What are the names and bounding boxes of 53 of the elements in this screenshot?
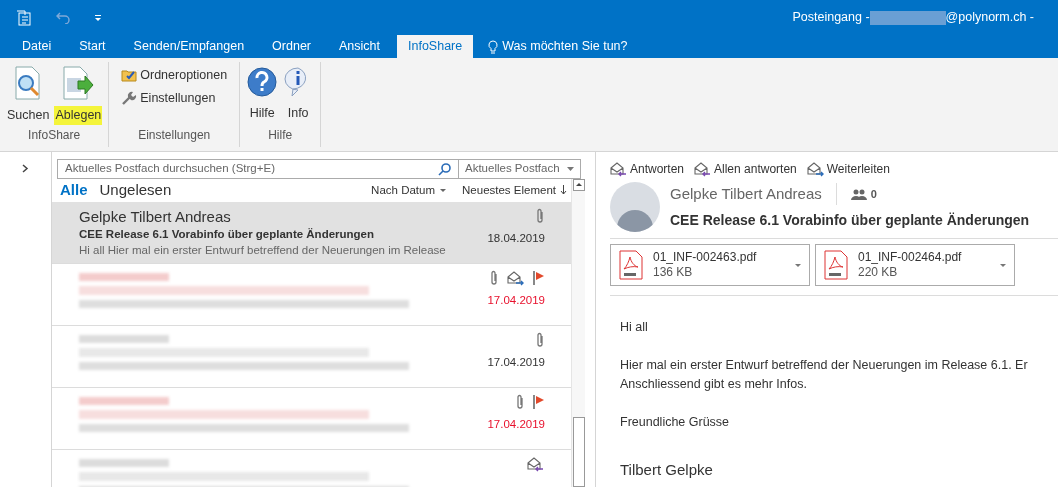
- filter-tab[interactable]: Ungelesen: [99, 179, 172, 202]
- message-subject: CEE Release 6.1 Vorabinfo über geplante Änderungen: [79, 226, 376, 242]
- window-title: Posteingang -: [792, 9, 870, 27]
- ribbon-tab[interactable]: Senden/Empfangen: [122, 35, 256, 58]
- message-date: 17.04.2019: [487, 354, 545, 370]
- body-text: Hi all: [620, 319, 649, 336]
- mail-action-button[interactable]: Antworten: [610, 160, 685, 178]
- ribbon-tab[interactable]: InfoShare: [397, 35, 474, 58]
- message-subject: CEE Release 6.1 Vorabinfo über geplante Änderungen: [670, 211, 1030, 231]
- scope-dropdown[interactable]: Aktuelles Postfach: [459, 159, 581, 179]
- button-label: Hilfe: [248, 105, 276, 122]
- body-text: Anschliessend gibt es mehr Infos.: [620, 376, 808, 393]
- sort-order-button[interactable]: Neuestes Element: [462, 181, 567, 199]
- message-date: 17.04.2019: [487, 416, 545, 432]
- search-field[interactable]: Aktuelles Postfach durchsuchen (Strg+E): [57, 159, 459, 179]
- mail-action-button[interactable]: Weiterleiten: [806, 160, 890, 178]
- button-label: Ablegen: [54, 106, 103, 125]
- ribbon-tab[interactable]: Ordner: [261, 35, 322, 58]
- ribbon-button[interactable]: Ablegen: [52, 66, 105, 126]
- mail-action-button[interactable]: Allen antworten: [694, 160, 797, 178]
- button-label: Suchen: [6, 107, 51, 124]
- ribbon-tab[interactable]: Datei: [11, 35, 63, 58]
- attachment-card[interactable]: 01_INF-002463.pdf 136 KB: [610, 244, 810, 286]
- filter-tab[interactable]: Alle: [60, 179, 88, 202]
- message-item[interactable]: Gelpke Tilbert Andreas CEE Release 6.1 Vorabinfo über geplante Änderungen Hi all Hier mal ein erster Entwurf betreffend der Neuerungen im Release 18.04.2019: [52, 201, 571, 264]
- ribbon-button[interactable]: Hilfe: [244, 66, 281, 126]
- ribbon-tab[interactable]: Start: [68, 35, 117, 58]
- attachment-name: 01_INF-002463.pdf: [653, 250, 758, 265]
- group-label: Hilfe: [267, 127, 294, 144]
- group-label: Einstellungen: [137, 127, 212, 144]
- ribbon-button[interactable]: Ordneroptionen: [121, 66, 228, 85]
- message-preview: Hi all Hier mal ein erster Entwurf betreffend der Neuerungen im Release: [79, 242, 447, 258]
- body-text: Freundliche Grüsse: [620, 414, 731, 431]
- button-label: Info: [286, 105, 310, 122]
- attachment-name: 01_INF-002464.pdf: [858, 250, 963, 265]
- people-count: 0: [870, 186, 877, 202]
- attachment-size: 136 KB: [653, 265, 694, 280]
- ribbon-button[interactable]: Suchen: [4, 66, 53, 126]
- ribbon-button[interactable]: Einstellungen: [121, 88, 228, 108]
- sort-dropdown[interactable]: Nach Datum: [371, 181, 447, 199]
- window-title: @polynorm.ch -: [945, 9, 1034, 27]
- message-date: 17.04.2019: [487, 292, 545, 308]
- group-label: InfoShare: [27, 127, 82, 144]
- tell-me-field[interactable]: Was möchten Sie tun?: [502, 37, 628, 56]
- body-text: Hier mal ein erster Entwurf betreffend der Neuerungen im Release 6.1. Er: [620, 357, 1029, 374]
- message-date: 18.04.2019: [487, 230, 545, 246]
- sender-name: Gelpke Tilbert Andreas: [79, 206, 232, 227]
- ribbon-tab[interactable]: Ansicht: [328, 35, 391, 58]
- attachment-card[interactable]: 01_INF-002464.pdf 220 KB: [815, 244, 1015, 286]
- sender-name: Gelpke Tilbert Andreas: [670, 182, 837, 206]
- signature-name: Tilbert Gelpke: [620, 460, 714, 479]
- attachment-size: 220 KB: [858, 265, 899, 280]
- ribbon-button[interactable]: Info: [280, 66, 317, 126]
